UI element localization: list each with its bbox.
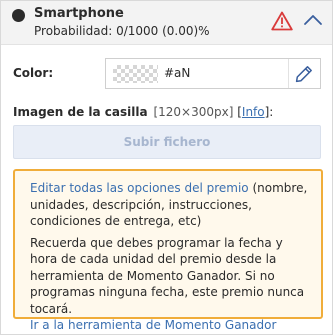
- color-swatch[interactable]: [113, 65, 158, 83]
- image-size: [120×300px]: [153, 105, 234, 119]
- color-value[interactable]: #aN: [164, 66, 190, 80]
- image-label: Imagen de la casilla: [13, 105, 148, 119]
- upload-file-button[interactable]: Subir fichero: [13, 125, 321, 159]
- winning-moment-tool-link[interactable]: Ir a la herramienta de Momento Ganador: [30, 318, 276, 332]
- status-dot-icon: [12, 9, 25, 22]
- reminder-paragraph: Recuerda que debes programar la fecha y …: [30, 235, 311, 334]
- color-label: Color:: [13, 66, 54, 80]
- color-field-divider: [288, 59, 289, 88]
- image-label-row: Imagen de la casilla [120×300px] [Info]:: [13, 105, 273, 119]
- info-bracket-close: ]:: [264, 105, 274, 119]
- color-picker-field[interactable]: #aN: [105, 58, 321, 89]
- warning-triangle-icon: [271, 11, 293, 31]
- reminder-text: Recuerda que debes programar la fecha y …: [30, 235, 305, 316]
- pencil-icon[interactable]: [294, 64, 314, 84]
- info-link[interactable]: Info: [242, 105, 265, 119]
- edit-options-paragraph: Editar todas las opciones del premio (no…: [30, 180, 311, 230]
- prize-header[interactable]: Smartphone Probabilidad: 0/1000 (0.00)%: [1, 1, 332, 45]
- prize-probability: Probabilidad: 0/1000 (0.00)%: [34, 24, 210, 38]
- prize-title: Smartphone: [34, 6, 124, 21]
- chevron-up-icon[interactable]: [303, 13, 323, 27]
- edit-options-link[interactable]: Editar todas las opciones del premio: [30, 181, 249, 195]
- prize-panel: Smartphone Probabilidad: 0/1000 (0.00)% …: [0, 0, 333, 335]
- notice-box: Editar todas las opciones del premio (no…: [13, 169, 323, 332]
